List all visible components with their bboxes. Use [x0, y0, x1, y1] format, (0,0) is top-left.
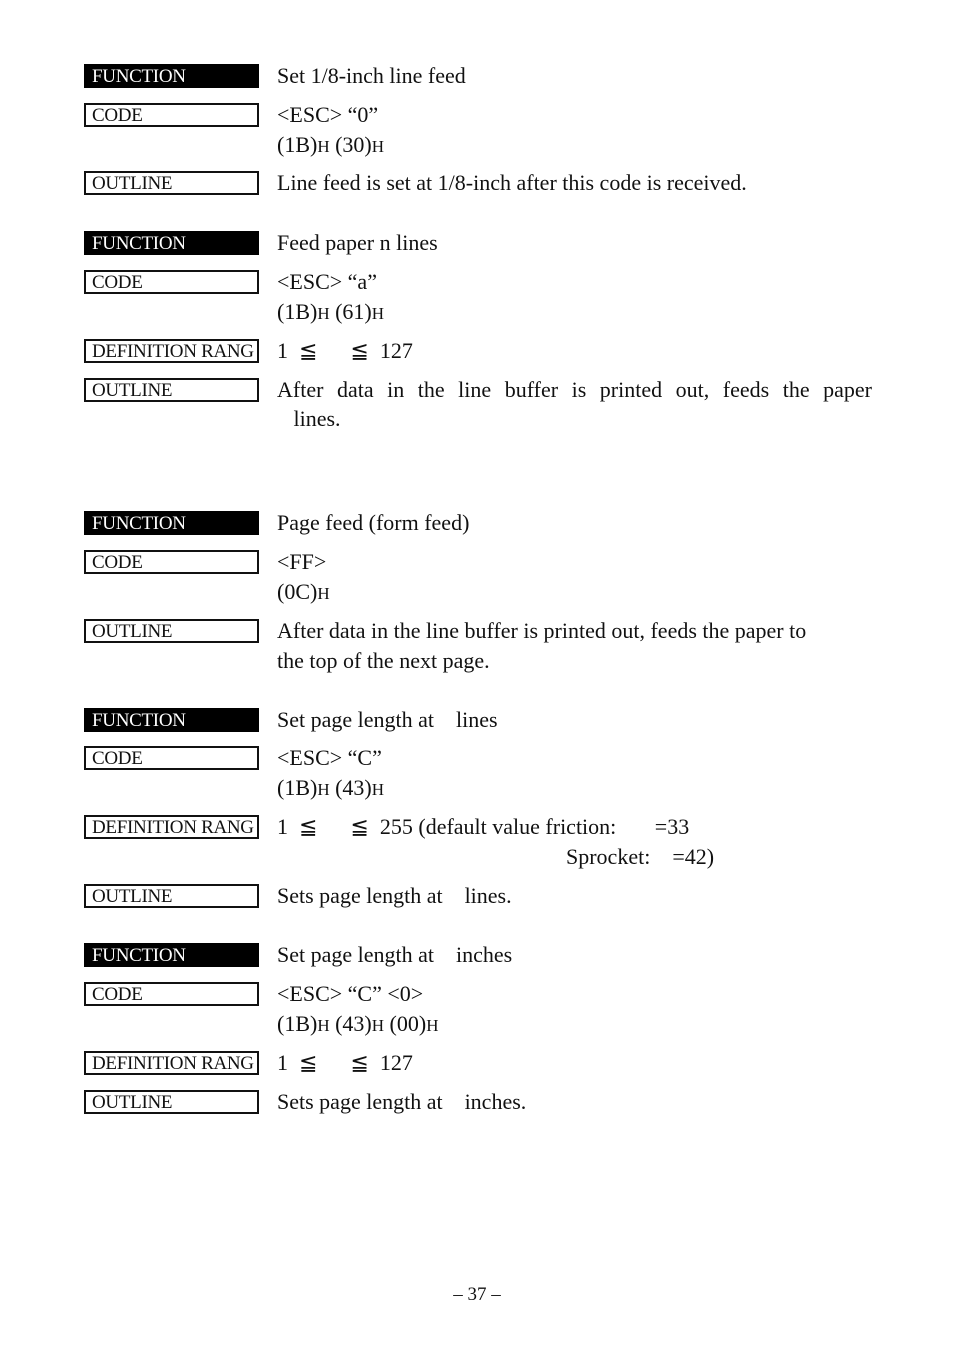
function-text: Feed paper n lines — [277, 230, 438, 255]
hex-suffix: H — [371, 780, 385, 799]
code-hex: (1B)H (61)H — [277, 297, 872, 328]
code-label: CODE — [84, 746, 259, 770]
code-text: <ESC> “C” <0> — [277, 981, 424, 1006]
outline-label: OUTLINE — [84, 378, 259, 402]
outline-label: OUTLINE — [84, 884, 259, 908]
code-label: CODE — [84, 270, 259, 294]
hex-value: (1B) — [277, 132, 318, 157]
hex-value: (00) — [384, 1011, 427, 1036]
code-text: <ESC> “C” — [277, 745, 382, 770]
outline-label: OUTLINE — [84, 619, 259, 643]
outline-text: Sets page length at inches. — [277, 1089, 527, 1114]
function-text: Set page length at inches — [277, 942, 513, 967]
function-label: FUNCTION — [84, 231, 259, 255]
hex-suffix: H — [371, 304, 385, 323]
definition-range-text: 1 ≦ ≦ 127 — [277, 338, 413, 363]
hex-suffix: H — [317, 780, 330, 799]
outline-text-cont: lines. — [277, 406, 341, 431]
code-label: CODE — [84, 103, 259, 127]
hex-value: (1B) — [277, 299, 318, 324]
hex-suffix: H — [371, 137, 385, 156]
hex-value: (1B) — [277, 1011, 318, 1036]
hex-value: (61) — [329, 299, 372, 324]
definition-range-label: DEFINITION RANG — [84, 339, 259, 363]
hex-value: (0C) — [277, 579, 318, 604]
function-label: FUNCTION — [84, 708, 259, 732]
hex-value: (1B) — [277, 775, 318, 800]
outline-label: OUTLINE — [84, 1090, 259, 1114]
code-hex: (0C)H — [277, 577, 872, 608]
code-text: <ESC> “a” — [277, 269, 377, 294]
code-hex: (1B)H (43)H (00)H — [277, 1009, 872, 1040]
page-number: – 37 – — [453, 1284, 501, 1305]
definition-range-label: DEFINITION RANG — [84, 1051, 259, 1075]
function-text: Set 1/8-inch line feed — [277, 63, 466, 88]
definition-range-label: DEFINITION RANG — [84, 815, 259, 839]
outline-text: After data in the line buffer is printed… — [277, 618, 807, 643]
function-text: Page feed (form feed) — [277, 510, 470, 535]
function-label: FUNCTION — [84, 943, 259, 967]
hex-suffix: H — [426, 1016, 439, 1035]
code-label: CODE — [84, 982, 259, 1006]
function-text: Set page length at lines — [277, 707, 498, 732]
definition-range-text: 1 ≦ ≦ 127 — [277, 1050, 413, 1075]
code-hex: (1B)H (30)H — [277, 130, 872, 161]
code-text: <ESC> “0” — [277, 102, 379, 127]
function-label: FUNCTION — [84, 64, 259, 88]
outline-text-cont: the top of the next page. — [277, 648, 490, 673]
function-label: FUNCTION — [84, 511, 259, 535]
definition-range-text-cont: Sprocket: =42) — [566, 844, 715, 869]
outline-text: After data in the line buffer is printed… — [277, 377, 872, 402]
hex-suffix: H — [317, 584, 330, 603]
code-label: CODE — [84, 550, 259, 574]
hex-suffix: H — [317, 1016, 330, 1035]
code-hex: (1B)H (43)H — [277, 773, 872, 804]
outline-text: Line feed is set at 1/8-inch after this … — [277, 170, 747, 195]
outline-label: OUTLINE — [84, 171, 259, 195]
code-text: <FF> — [277, 549, 327, 574]
definition-range-text: 1 ≦ ≦ 255 (default value friction: =33 — [277, 814, 690, 839]
hex-value: (30) — [329, 132, 372, 157]
hex-value: (43) — [329, 775, 372, 800]
hex-value: (43) — [329, 1011, 372, 1036]
outline-text: Sets page length at lines. — [277, 883, 512, 908]
hex-suffix: H — [317, 137, 330, 156]
hex-suffix: H — [371, 1016, 385, 1035]
hex-suffix: H — [317, 304, 330, 323]
